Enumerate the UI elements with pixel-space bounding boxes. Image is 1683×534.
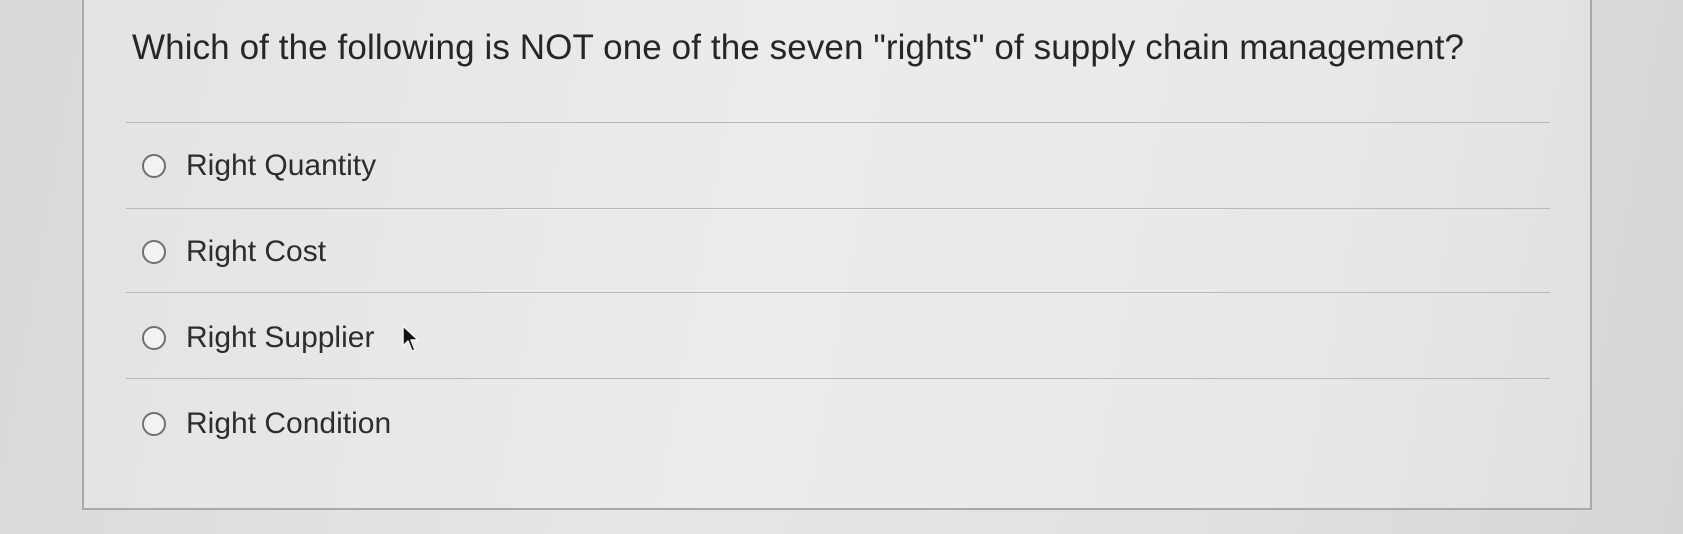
- radio-button[interactable]: [142, 412, 166, 436]
- divider: [126, 122, 1550, 123]
- arrow-pointer-icon: [402, 325, 419, 352]
- option-right-quantity[interactable]: Right Quantity: [142, 146, 376, 186]
- option-label: Right Supplier: [186, 321, 375, 354]
- divider: [126, 378, 1550, 379]
- question-card: Which of the following is NOT one of the…: [82, 0, 1592, 510]
- option-right-supplier[interactable]: Right Supplier: [142, 318, 374, 358]
- option-right-cost[interactable]: Right Cost: [142, 232, 326, 272]
- option-label: Right Quantity: [186, 149, 377, 182]
- divider: [126, 208, 1550, 209]
- option-label: Right Cost: [186, 235, 327, 268]
- question-text: Which of the following is NOT one of the…: [132, 28, 1465, 67]
- radio-button[interactable]: [142, 154, 166, 178]
- radio-button[interactable]: [142, 326, 166, 350]
- option-right-condition[interactable]: Right Condition: [142, 404, 391, 444]
- divider: [126, 292, 1550, 293]
- option-label: Right Condition: [186, 407, 392, 440]
- radio-button[interactable]: [142, 240, 166, 264]
